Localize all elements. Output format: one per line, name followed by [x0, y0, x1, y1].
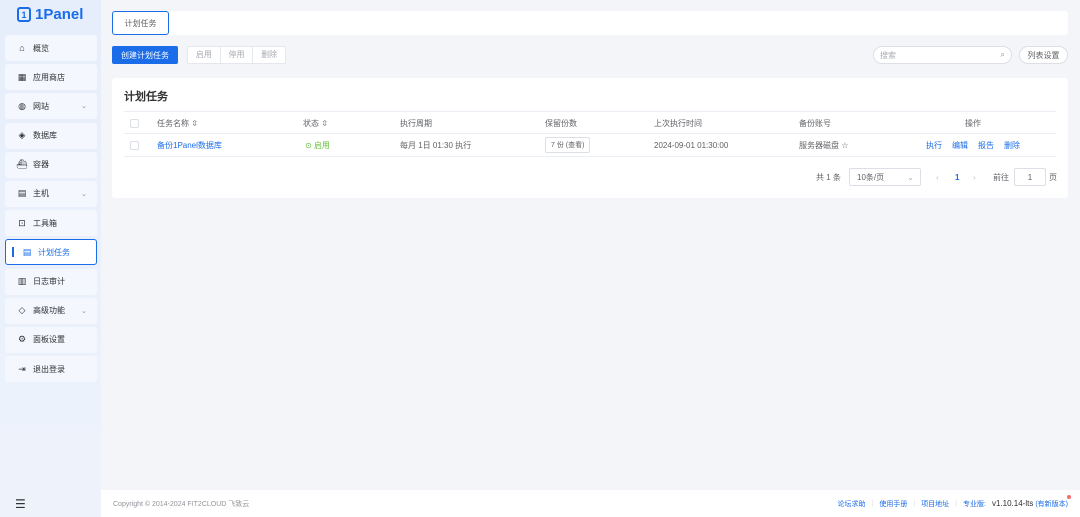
- database-icon: ◈: [18, 130, 26, 141]
- sidebar-item-label: 退出登录: [33, 364, 65, 374]
- header-name[interactable]: 任务名称 ⇳: [157, 112, 198, 134]
- run-link[interactable]: 执行: [926, 140, 942, 151]
- sidebar-item-label: 网站: [33, 101, 49, 111]
- logo-text: 1Panel: [35, 6, 84, 23]
- delete-button[interactable]: 删除: [253, 47, 285, 63]
- column-settings-button[interactable]: 列表设置: [1019, 46, 1068, 64]
- tab-cronjob[interactable]: 计划任务: [112, 11, 169, 35]
- backup-account: 服务器磁盘 ☆: [799, 140, 849, 150]
- header-account: 备份账号: [799, 118, 831, 128]
- card-title: 计划任务: [124, 91, 168, 103]
- sidebar-menu: ⌂ 概览 ▦ 应用商店 ◍ 网站 ⌄ ◈ 数据库 ⛴ 容器 ▤ 主机 ⌄ ⊡ 工具箱 ▤ 计划任务 ▥ 日志审计 ◇ 高级…: [5, 35, 97, 385]
- sidebar-item-8[interactable]: ▥ 日志审计: [5, 268, 97, 295]
- page-suffix: 页: [1049, 172, 1057, 182]
- cronjob-card: 计划任务 任务名称 ⇳ 状态 ⇳ 执行周期 保留份数 上次执行时间 备份账号 操…: [112, 78, 1068, 198]
- search-icon: ⌕: [1000, 50, 1005, 59]
- play-circle-icon: ⊙: [305, 140, 312, 150]
- cycle-text: 每月 1日 01:30 执行: [400, 140, 472, 150]
- page-1-button[interactable]: 1: [955, 168, 959, 186]
- home-icon: ⌂: [19, 43, 25, 53]
- gear-icon: ⚙: [17, 334, 27, 345]
- select-all-checkbox[interactable]: [130, 118, 139, 128]
- header-last-run: 上次执行时间: [654, 118, 702, 128]
- sidebar-item-label: 主机: [33, 189, 49, 199]
- sidebar-item-7[interactable]: ▤ 计划任务: [5, 239, 97, 266]
- toolbox-icon: ⊡: [18, 217, 26, 228]
- prev-page-button[interactable]: ‹: [936, 168, 939, 186]
- sidebar-item-label: 应用商店: [33, 72, 65, 82]
- calendar-icon: ▤: [22, 246, 32, 257]
- logo[interactable]: 1 1Panel: [17, 6, 83, 23]
- manual-link[interactable]: 使用手册: [879, 499, 907, 509]
- disable-button[interactable]: 停用: [221, 47, 254, 63]
- sidebar-item-label: 计划任务: [38, 247, 70, 257]
- sidebar-item-6[interactable]: ⊡ 工具箱: [5, 210, 97, 237]
- delete-link[interactable]: 删除: [1004, 140, 1020, 151]
- search-input[interactable]: 搜索 ⌕: [873, 46, 1012, 64]
- enable-button[interactable]: 启用: [188, 47, 221, 63]
- create-cronjob-button[interactable]: 创建计划任务: [112, 46, 178, 64]
- notification-dot: [1067, 494, 1071, 499]
- log-icon: ▥: [17, 276, 27, 286]
- header-retain: 保留份数: [545, 118, 577, 128]
- sidebar-item-label: 日志审计: [33, 277, 65, 286]
- sidebar: 1 1Panel ⌂ 概览 ▦ 应用商店 ◍ 网站 ⌄ ◈ 数据库 ⛴ 容器 ▤ 主机 ⌄ ⊡ 工具箱 ▤ 计划任务…: [0, 0, 101, 517]
- retain-view-button[interactable]: 7 份 (查看): [545, 137, 591, 153]
- report-link[interactable]: 报告: [978, 140, 994, 151]
- sidebar-item-3[interactable]: ◈ 数据库: [5, 122, 97, 149]
- tab-bar: 计划任务: [112, 11, 1068, 35]
- sidebar-item-0[interactable]: ⌂ 概览: [5, 35, 97, 61]
- footer: Copyright © 2014-2024 FIT2CLOUD 飞致云 论坛求助…: [101, 490, 1080, 517]
- server-icon: ▤: [17, 188, 27, 199]
- edition-label: 专业版:: [963, 500, 986, 508]
- sidebar-item-9[interactable]: ◇ 高级功能 ⌄: [5, 297, 97, 324]
- status-toggle[interactable]: ⊙ 启用: [305, 134, 330, 156]
- row-checkbox[interactable]: [130, 140, 139, 150]
- goto-label: 前往: [993, 172, 1009, 182]
- goto-page-input[interactable]: 1: [1014, 168, 1046, 186]
- sidebar-item-5[interactable]: ▤ 主机 ⌄: [5, 180, 97, 207]
- globe-icon: ◍: [18, 100, 26, 111]
- sidebar-item-2[interactable]: ◍ 网站 ⌄: [5, 93, 97, 120]
- chevron-down-icon: ⌄: [81, 103, 87, 111]
- search-placeholder: 搜索: [880, 50, 896, 60]
- forum-link[interactable]: 论坛求助: [838, 499, 866, 509]
- sidebar-item-label: 数据库: [33, 131, 57, 141]
- header-actions: 操作: [965, 118, 981, 128]
- sidebar-item-4[interactable]: ⛴ 容器: [5, 151, 97, 178]
- sidebar-item-label: 概览: [33, 43, 49, 53]
- header-status[interactable]: 状态 ⇳: [303, 112, 328, 134]
- edit-link[interactable]: 编辑: [952, 140, 968, 151]
- sidebar-item-label: 高级功能: [33, 306, 65, 316]
- chevron-down-icon: ⌄: [907, 172, 914, 182]
- logout-icon: ⇥: [18, 363, 26, 374]
- total-count: 共 1 条: [816, 172, 841, 182]
- sidebar-item-label: 容器: [33, 160, 49, 170]
- table-row: 备份1Panel数据库 ⊙ 启用 每月 1日 01:30 执行 7 份 (查看)…: [124, 134, 1056, 157]
- header-cycle: 执行周期: [400, 118, 432, 128]
- sidebar-item-10[interactable]: ⚙ 面板设置: [5, 326, 97, 353]
- chevron-down-icon: ⌄: [81, 307, 87, 315]
- new-version-link[interactable]: (有新版本): [1035, 494, 1071, 509]
- task-name-link[interactable]: 备份1Panel数据库: [157, 134, 222, 156]
- menu-collapse-icon[interactable]: ☰: [15, 497, 26, 511]
- sidebar-item-1[interactable]: ▦ 应用商店: [5, 64, 97, 91]
- diamond-icon: ◇: [18, 305, 26, 316]
- batch-button-group: 启用 停用 删除: [187, 46, 286, 64]
- container-icon: ⛴: [16, 159, 28, 170]
- project-link[interactable]: 项目地址: [921, 499, 949, 509]
- grid-icon: ▦: [17, 71, 27, 82]
- sidebar-item-11[interactable]: ⇥ 退出登录: [5, 356, 97, 383]
- page-size-select[interactable]: 10条/页 ⌄: [849, 168, 921, 186]
- version-text: v1.10.14-lts: [991, 499, 1034, 508]
- next-page-button[interactable]: ›: [973, 168, 976, 186]
- sidebar-item-label: 面板设置: [33, 335, 65, 345]
- copyright: Copyright © 2014-2024 FIT2CLOUD 飞致云: [113, 500, 250, 508]
- logo-icon: 1: [17, 7, 31, 22]
- last-run-time: 2024-09-01 01:30:00: [654, 140, 729, 150]
- table-header: 任务名称 ⇳ 状态 ⇳ 执行周期 保留份数 上次执行时间 备份账号 操作: [124, 111, 1056, 134]
- sidebar-item-label: 工具箱: [33, 218, 57, 228]
- chevron-down-icon: ⌄: [81, 190, 87, 198]
